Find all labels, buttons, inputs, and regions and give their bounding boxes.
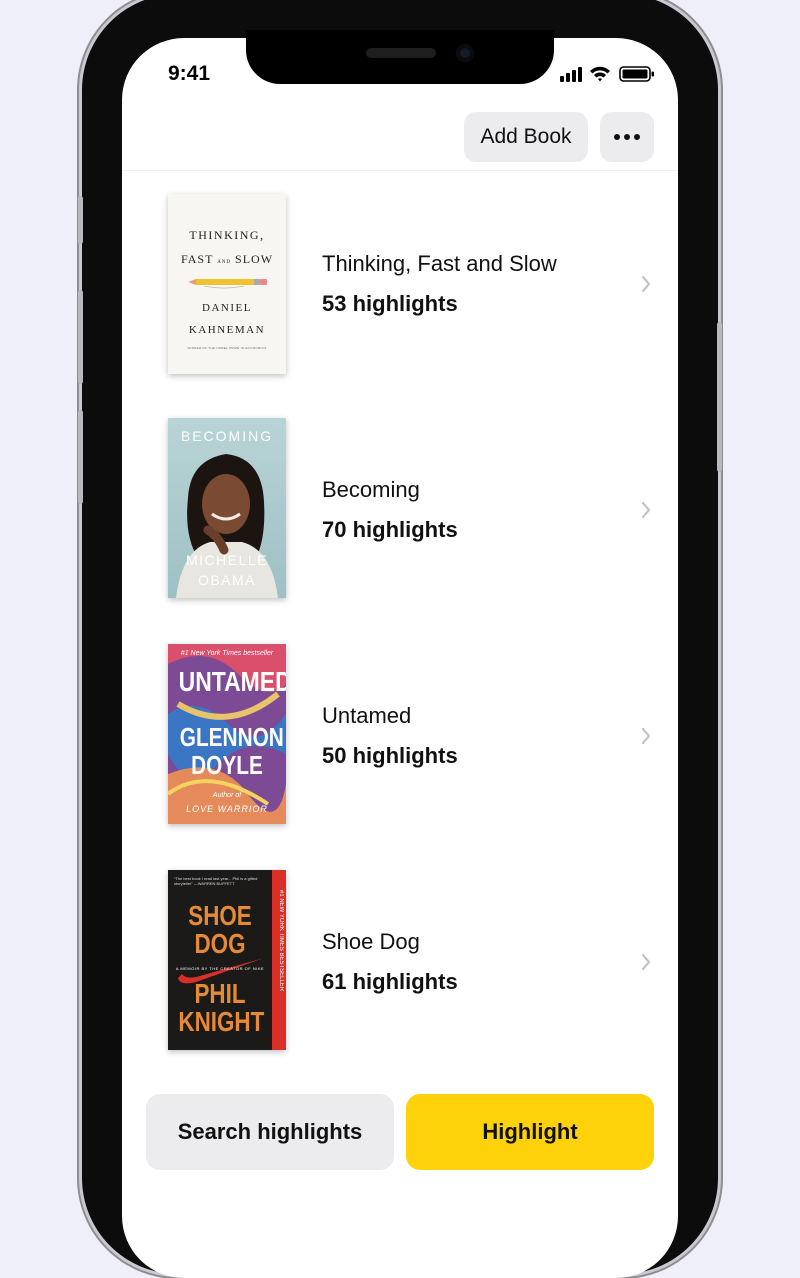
more-button[interactable]: [600, 112, 654, 162]
cover-title: BECOMING: [180, 428, 274, 444]
power-button: [717, 322, 722, 472]
front-camera: [456, 44, 474, 62]
battery-icon: [619, 66, 654, 82]
book-row-shoe-dog[interactable]: #1 NEW YORK TIMES BESTSELLER “The best b…: [122, 868, 678, 1068]
cover-spine-text: #1 NEW YORK TIMES BESTSELLER: [278, 890, 284, 992]
book-row-becoming[interactable]: BECOMING MICHELLE OBAMA Becoming 70 high…: [122, 416, 678, 616]
highlight-button[interactable]: Highlight: [406, 1094, 654, 1170]
highlight-count: 70 highlights: [322, 517, 458, 542]
cover-author-line2: OBAMA: [197, 572, 257, 588]
book-title: Shoe Dog: [322, 929, 420, 954]
cover-author-line2: DOYLE: [191, 750, 263, 780]
cover-subtitle: A MEMOIR BY THE CREATOR OF NIKE: [175, 966, 265, 971]
book-title: Untamed: [322, 703, 412, 728]
ellipsis-icon: [614, 134, 640, 140]
cover-author-line1: MICHELLE: [185, 552, 269, 568]
cover-word-and: AND: [217, 260, 232, 265]
highlight-count: 50 highlights: [322, 743, 458, 768]
cellular-signal-icon: [560, 67, 582, 82]
book-cover-shoe-dog: #1 NEW YORK TIMES BESTSELLER “The best b…: [168, 870, 286, 1050]
status-time: 9:41: [168, 62, 211, 85]
cover-portrait: [176, 454, 278, 598]
cover-word-slow: SLOW: [235, 252, 274, 266]
cover-title: UNTAMED: [178, 666, 286, 697]
highlight-count: 61 highlights: [322, 969, 458, 994]
chevron-right-icon: [641, 501, 651, 519]
highlight-label: Highlight: [482, 1119, 578, 1144]
book-row-untamed[interactable]: #1 New York Times bestseller UNTAMED GLE…: [122, 642, 678, 842]
speaker: [366, 48, 436, 58]
cover-title-line1: THINKING,: [189, 228, 265, 242]
add-book-button[interactable]: Add Book: [464, 112, 588, 162]
pencil-illustration: [188, 279, 267, 289]
status-icons: [560, 66, 654, 82]
book-row-thinking-fast-and-slow[interactable]: THINKING, FAST AND SLOW DANIEL KAHNEMAN …: [122, 190, 678, 390]
book-title: Becoming: [322, 477, 420, 502]
volume-up-button: [78, 290, 83, 384]
mute-switch: [78, 196, 83, 244]
search-highlights-button[interactable]: Search highlights: [146, 1094, 394, 1170]
cover-blurb: #1 New York Times bestseller: [180, 650, 274, 657]
cover-tagline: WINNER OF THE NOBEL PRIZE IN ECONOMICS: [187, 346, 267, 350]
chevron-right-icon: [641, 953, 651, 971]
highlight-count: 53 highlights: [322, 291, 458, 316]
book-cover-thinking-fast-and-slow: THINKING, FAST AND SLOW DANIEL KAHNEMAN …: [168, 194, 286, 374]
volume-down-button: [78, 410, 83, 504]
cover-author-line1: DANIEL: [202, 302, 252, 314]
cover-quote: “The best book I read last year... Phil …: [174, 876, 258, 886]
chevron-right-icon: [641, 275, 651, 293]
book-title: Thinking, Fast and Slow: [322, 251, 557, 276]
chevron-right-icon: [641, 727, 651, 745]
add-book-label: Add Book: [480, 125, 572, 148]
cover-word-fast: FAST: [180, 252, 214, 266]
notch: [246, 30, 554, 84]
search-highlights-label: Search highlights: [177, 1119, 363, 1144]
wifi-icon: [590, 66, 610, 82]
cover-author-line1: GLENNON: [179, 722, 284, 752]
book-cover-becoming: BECOMING MICHELLE OBAMA: [168, 418, 286, 598]
book-cover-untamed: #1 New York Times bestseller UNTAMED GLE…: [168, 644, 286, 824]
cover-author-line2: KNIGHT: [178, 1006, 265, 1037]
cover-other-title: LOVE WARRIOR: [186, 804, 268, 814]
cover-title-line2: FAST AND SLOW: [168, 252, 286, 267]
cover-author-line2: KAHNEMAN: [188, 324, 266, 336]
header-divider: [122, 170, 678, 171]
cover-byline: Author of: [212, 792, 242, 799]
